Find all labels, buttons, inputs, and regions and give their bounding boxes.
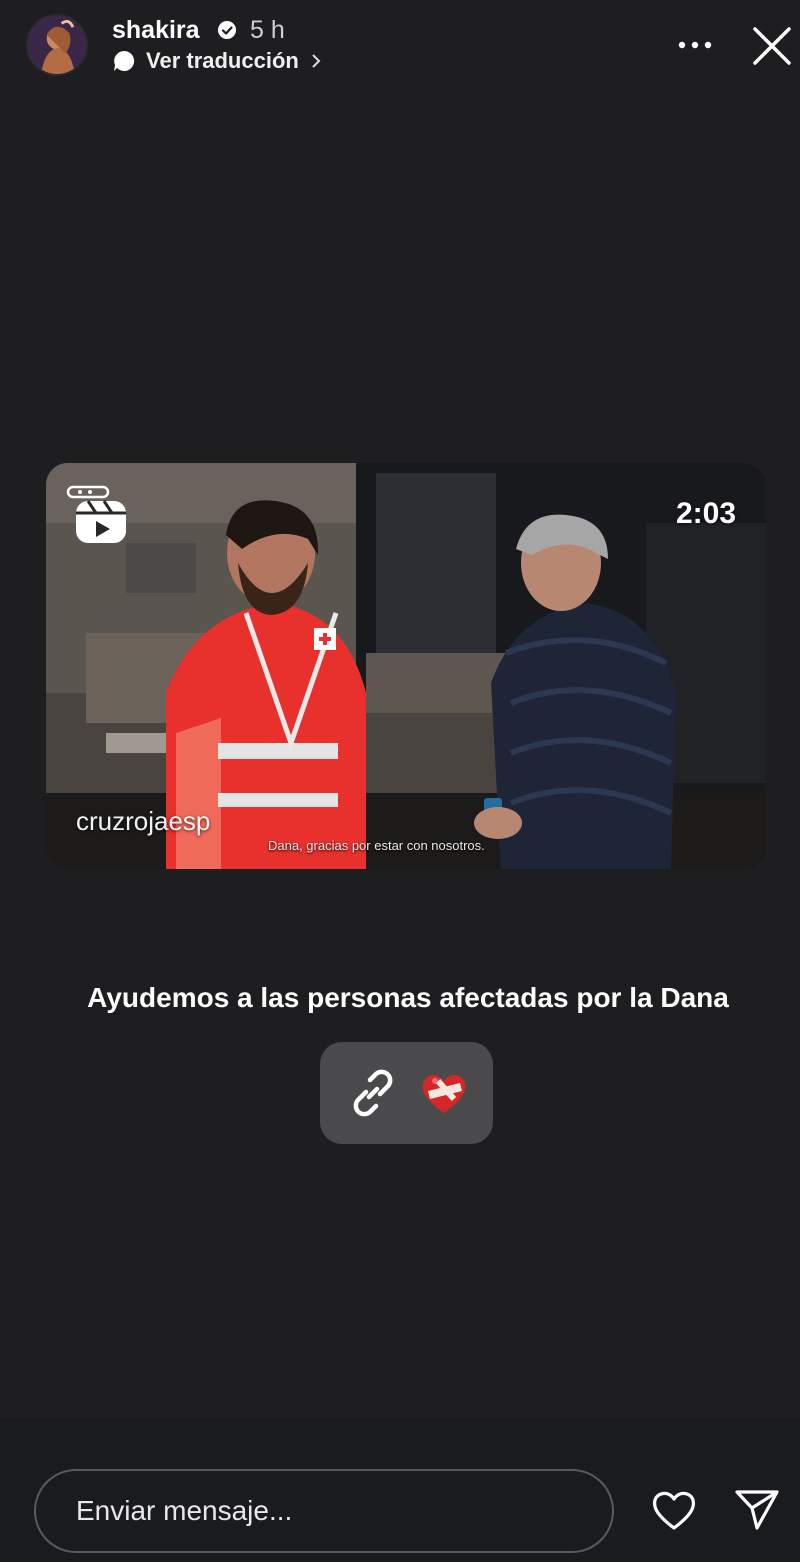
close-icon[interactable] xyxy=(750,24,794,68)
send-icon[interactable] xyxy=(734,1488,780,1532)
more-options-icon[interactable] xyxy=(676,30,714,60)
timestamp: 5 h xyxy=(250,16,285,44)
message-input[interactable] xyxy=(34,1469,614,1553)
translate-bubble-icon xyxy=(114,50,135,71)
video-subtitle: Dana, gracias por estar con nosotros. xyxy=(268,838,485,853)
reply-bar xyxy=(0,1418,800,1562)
story-header: shakira 5 h Ver traducción xyxy=(0,0,800,90)
verified-badge-icon xyxy=(218,21,236,39)
story-view[interactable]: shakira 5 h Ver traducción 2:03 cruzroja… xyxy=(0,0,800,1418)
reels-icon xyxy=(66,485,126,543)
translate-button[interactable]: Ver traducción xyxy=(112,48,323,74)
video-duration: 2:03 xyxy=(675,497,736,530)
heart-icon[interactable] xyxy=(650,1488,698,1532)
translate-label: Ver traducción xyxy=(146,48,299,73)
username[interactable]: shakira xyxy=(112,16,200,45)
link-icon xyxy=(353,1069,392,1117)
shared-reel-card[interactable]: 2:03 cruzrojaesp Dana, gracias por estar… xyxy=(46,463,766,869)
chevron-right-icon xyxy=(312,54,321,68)
story-caption: Ayudemos a las personas afectadas por la… xyxy=(87,982,729,1013)
avatar[interactable] xyxy=(26,14,88,76)
heart-bandage-icon xyxy=(422,1075,465,1113)
reel-author[interactable]: cruzrojaesp xyxy=(76,806,210,837)
link-sticker[interactable] xyxy=(320,1042,493,1144)
